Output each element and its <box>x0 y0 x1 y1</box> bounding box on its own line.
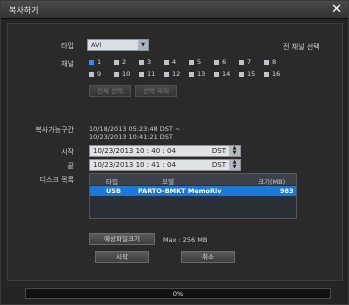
channel-checkbox-11[interactable]: 11 <box>139 70 155 78</box>
channel-number: 6 <box>222 58 227 66</box>
table-row[interactable]: USB PARTO-BMKT MemoRiv 983 <box>90 186 296 196</box>
channel-number: 3 <box>147 58 152 66</box>
channel-checkbox-4[interactable]: 4 <box>164 58 176 66</box>
disk-type-cell: USB <box>106 187 121 195</box>
channel-number: 15 <box>247 70 256 78</box>
select-all-button[interactable]: 전체 선택 <box>89 85 131 97</box>
expected-size-button[interactable]: 예상파일크기 <box>89 233 155 245</box>
checkbox-icon <box>189 59 194 65</box>
channel-number: 8 <box>272 58 277 66</box>
copy-range: 10/18/2013 05:23:48 DST ~ 10/23/2013 10:… <box>89 125 180 141</box>
progress-bar: 0% <box>25 288 331 299</box>
dialog-title: 복사하기 <box>9 6 39 15</box>
progress-label: 0% <box>172 290 184 298</box>
channel-number: 11 <box>147 70 156 78</box>
channel-number: 9 <box>97 70 102 78</box>
channel-checkbox-6[interactable]: 6 <box>214 58 226 66</box>
copy-range-to: 10/23/2013 10:41:21 DST <box>89 133 173 141</box>
end-spin-stepper[interactable]: ▲ ▼ <box>229 160 240 170</box>
channel-number: 12 <box>172 70 181 78</box>
cancel-button[interactable]: 취소 <box>181 251 235 263</box>
start-label: 시작 <box>61 148 74 156</box>
close-icon[interactable]: ✕ <box>331 2 342 17</box>
channel-number: 16 <box>272 70 281 78</box>
chevron-down-icon: ▼ <box>138 40 148 50</box>
channel-number: 7 <box>247 58 252 66</box>
checkbox-icon <box>214 59 219 65</box>
channel-checkbox-10[interactable]: 10 <box>114 70 130 78</box>
deselect-button[interactable]: 선택 해제 <box>135 85 177 97</box>
channel-checkbox-1[interactable]: 1 <box>89 58 101 66</box>
channel-number: 14 <box>222 70 231 78</box>
start-time-value: 10/23/2013 10 : 40 : 04 <box>93 147 176 155</box>
type-select[interactable]: AVI ▼ <box>87 39 149 51</box>
checkbox-icon <box>164 71 169 77</box>
channel-checkbox-12[interactable]: 12 <box>164 70 180 78</box>
start-time-field[interactable]: 10/23/2013 10 : 40 : 04 DST ▲ ▼ <box>89 145 241 157</box>
end-time-field[interactable]: 10/23/2013 10 : 41 : 04 DST ▲ ▼ <box>89 159 241 171</box>
checkbox-icon <box>264 71 269 77</box>
checkbox-icon <box>239 71 244 77</box>
disk-list-label: 디스크 목록 <box>39 176 74 184</box>
checkbox-icon <box>89 71 94 77</box>
start-spin-stepper[interactable]: ▲ ▼ <box>229 146 240 156</box>
channel-number: 10 <box>122 70 131 78</box>
channel-number: 5 <box>197 58 202 66</box>
copy-range-from: 10/18/2013 05:23:48 DST ~ <box>89 125 181 133</box>
channel-number: 13 <box>197 70 206 78</box>
channel-number: 4 <box>172 58 177 66</box>
start-button[interactable]: 시작 <box>95 251 149 263</box>
spin-down-icon[interactable]: ▼ <box>233 150 237 156</box>
copy-dialog: 복사하기 ✕ 타입 AVI ▼ 전 채널 선택 채널 1 2 3 4 5 6 7 8 9 10 11… <box>0 0 349 305</box>
channel-checkbox-3[interactable]: 3 <box>139 58 151 66</box>
checkbox-icon <box>139 59 144 65</box>
column-header-model: 모델 <box>162 178 174 186</box>
title-bar: 복사하기 ✕ <box>1 1 348 19</box>
copy-range-label: 복사가능구간 <box>35 126 74 134</box>
type-select-value: AVI <box>91 41 102 49</box>
end-dst: DST <box>211 161 226 169</box>
channel-checkbox-5[interactable]: 5 <box>189 58 201 66</box>
checkbox-icon <box>139 71 144 77</box>
checkbox-icon <box>164 59 169 65</box>
checkbox-icon <box>114 71 119 77</box>
channel-number: 2 <box>122 58 127 66</box>
channel-number: 1 <box>97 58 102 66</box>
spin-down-icon[interactable]: ▼ <box>233 164 237 170</box>
channel-checkbox-16[interactable]: 16 <box>264 70 280 78</box>
end-label: 끝 <box>67 162 74 170</box>
end-time-value: 10/23/2013 10 : 41 : 04 <box>93 161 176 169</box>
disk-model-cell: PARTO-BMKT MemoRiv <box>138 187 222 195</box>
disk-table: 타입 모델 크기(MB) USB PARTO-BMKT MemoRiv 983 <box>89 173 297 219</box>
checkbox-icon <box>89 59 94 65</box>
checkbox-icon <box>214 71 219 77</box>
checkbox-icon <box>189 71 194 77</box>
channel-label: 채널 <box>61 60 74 68</box>
disk-size-cell: 983 <box>280 187 294 195</box>
channel-checkbox-14[interactable]: 14 <box>214 70 230 78</box>
disk-table-header: 타입 모델 크기(MB) <box>90 174 296 186</box>
checkbox-icon <box>239 59 244 65</box>
channel-checkbox-7[interactable]: 7 <box>239 58 251 66</box>
max-size-text: Max : 256 MB <box>163 236 208 244</box>
checkbox-icon <box>114 59 119 65</box>
select-all-channels[interactable]: 전 채널 선택 <box>283 42 320 52</box>
column-header-size: 크기(MB) <box>258 178 286 186</box>
channel-checkbox-8[interactable]: 8 <box>264 58 276 66</box>
checkbox-icon <box>264 59 269 65</box>
type-label: 타입 <box>61 42 74 50</box>
channel-checkbox-9[interactable]: 9 <box>89 70 101 78</box>
start-dst: DST <box>211 147 226 155</box>
column-header-type: 타입 <box>106 178 118 186</box>
channel-checkbox-2[interactable]: 2 <box>114 58 126 66</box>
channel-checkbox-15[interactable]: 15 <box>239 70 255 78</box>
channel-checkbox-13[interactable]: 13 <box>189 70 205 78</box>
